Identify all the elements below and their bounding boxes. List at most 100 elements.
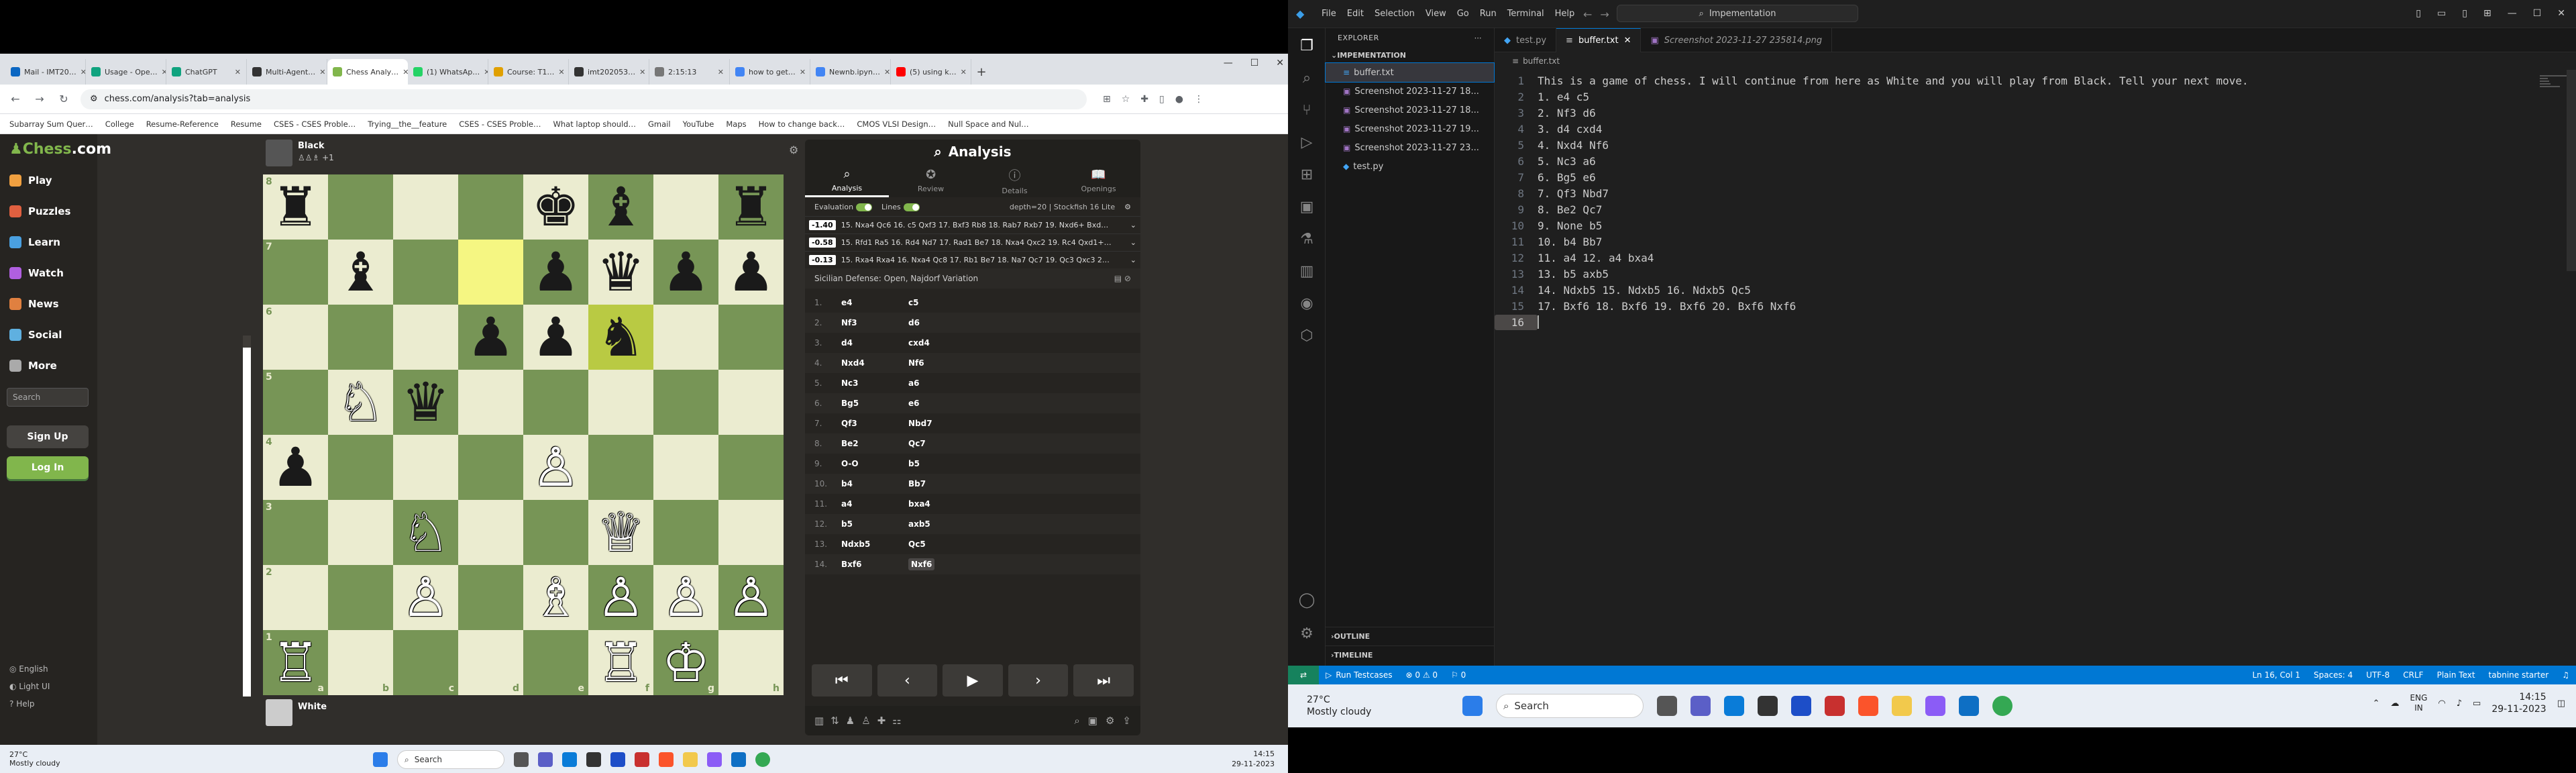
menu-edit[interactable]: Edit: [1347, 9, 1364, 19]
tray-overflow-icon[interactable]: ⌃: [2373, 699, 2380, 709]
next-move-button[interactable]: ›: [1008, 664, 1069, 697]
nav-item-play[interactable]: Play: [9, 174, 52, 187]
explorer-file[interactable]: ▣ Screenshot 2023-11-27 18...: [1326, 82, 1494, 101]
square-a7[interactable]: 7: [263, 240, 328, 305]
vs-icon[interactable]: [707, 752, 722, 767]
vscode-command-center[interactable]: ⌕ Impementation: [1617, 5, 1858, 22]
square-e7[interactable]: ♟: [523, 240, 588, 305]
square-d7[interactable]: [458, 240, 523, 305]
chess-piece[interactable]: ♙: [597, 570, 645, 625]
square-f7[interactable]: ♛: [588, 240, 653, 305]
bookmark-item[interactable]: CSES - CSES Proble…: [459, 119, 541, 129]
square-c4[interactable]: [393, 435, 458, 500]
brave-icon[interactable]: [659, 752, 674, 767]
taskbar-search-right[interactable]: ⌕ Search: [1496, 694, 1644, 718]
square-h3[interactable]: [718, 500, 784, 565]
white-move[interactable]: b5: [841, 519, 908, 529]
square-h1[interactable]: h: [718, 630, 784, 695]
help-link[interactable]: ? Help: [9, 699, 35, 709]
volume-icon[interactable]: ♪: [2457, 699, 2462, 709]
teams-icon[interactable]: [1690, 696, 1711, 716]
nav-item-social[interactable]: Social: [9, 329, 62, 341]
white-move[interactable]: Be2: [841, 439, 908, 448]
share-analysis-icon[interactable]: ⚏: [892, 715, 901, 727]
tab-close-icon[interactable]: ✕: [484, 68, 488, 76]
board-settings-icon[interactable]: ⚙: [789, 144, 798, 156]
wifi-icon[interactable]: ◠: [2438, 699, 2445, 709]
edge-icon[interactable]: [1724, 696, 1744, 716]
square-e2[interactable]: ♗: [523, 565, 588, 630]
tab-review[interactable]: ✪ Review: [889, 164, 973, 197]
light-ui-link[interactable]: ◐ Light UI: [9, 682, 50, 691]
outline-section[interactable]: › OUTLINE: [1326, 627, 1495, 646]
bookmark-item[interactable]: CMOS VLSI Design…: [857, 119, 936, 129]
chess-piece[interactable]: ♜: [272, 180, 320, 234]
tab-close-icon[interactable]: ✕: [558, 68, 564, 76]
square-f4[interactable]: [588, 435, 653, 500]
add-icon[interactable]: ✚: [877, 715, 886, 727]
tab-close-icon[interactable]: ✕: [800, 68, 806, 76]
square-g8[interactable]: [653, 174, 718, 240]
chess-piece[interactable]: ♜: [727, 180, 775, 234]
menu-run[interactable]: Run: [1480, 9, 1497, 19]
zoom-icon[interactable]: ⌕: [1074, 715, 1079, 727]
bookmark-item[interactable]: YouTube: [683, 119, 714, 129]
profile-icon[interactable]: ●: [1175, 94, 1183, 105]
close-icon[interactable]: ✕: [1276, 58, 1284, 68]
play-button[interactable]: ▶: [943, 664, 1003, 697]
square-c2[interactable]: ♙: [393, 565, 458, 630]
status-item[interactable]: Plain Text: [2430, 670, 2482, 680]
chess-piece[interactable]: ♝: [597, 180, 645, 234]
language-indicator[interactable]: ENG IN: [2410, 693, 2428, 713]
explorer-file[interactable]: ▣ Screenshot 2023-11-27 18...: [1326, 101, 1494, 119]
black-move[interactable]: Nbd7: [908, 419, 932, 428]
workspace-folder[interactable]: ⌄ IMPEMENTATION: [1326, 47, 1494, 63]
vscode-icon[interactable]: [1959, 696, 1979, 716]
white-move[interactable]: Nc3: [841, 378, 908, 388]
square-f8[interactable]: ♝: [588, 174, 653, 240]
nav-item-puzzles[interactable]: Puzzles: [9, 205, 70, 217]
browser-tab[interactable]: Course: T1… ✕: [488, 59, 569, 85]
back-icon[interactable]: ←: [8, 93, 23, 105]
tab-close-icon[interactable]: ✕: [80, 68, 85, 76]
tab-close-icon[interactable]: ✕: [162, 68, 166, 76]
first-move-button[interactable]: ⏮: [812, 664, 872, 697]
chess-piece[interactable]: ♘: [337, 375, 385, 429]
browser-tab[interactable]: Multi-Agent… ✕: [247, 59, 327, 85]
panel-icon[interactable]: ▭: [2437, 8, 2446, 19]
bookmark-item[interactable]: College: [105, 119, 134, 129]
tab-close-icon[interactable]: ✕: [402, 68, 408, 76]
square-b4[interactable]: [328, 435, 393, 500]
layout-icon[interactable]: ▯: [2416, 8, 2421, 19]
python-icon[interactable]: ◉: [1297, 295, 1316, 314]
square-g1[interactable]: g ♔: [653, 630, 718, 695]
menu-icon[interactable]: ⋮: [1194, 94, 1203, 105]
bookmark-item[interactable]: Null Space and Nul…: [948, 119, 1029, 129]
bookmark-item[interactable]: Resume: [231, 119, 262, 129]
ports-item[interactable]: ⚐ 0: [1444, 670, 1472, 680]
sidebar-icon[interactable]: ▯: [1159, 94, 1165, 105]
square-d8[interactable]: [458, 174, 523, 240]
tab-details[interactable]: ⓘ Details: [973, 164, 1057, 197]
weather-widget-left[interactable]: 27°C Mostly cloudy: [9, 750, 60, 768]
bookmark-star-icon[interactable]: ☆: [1122, 94, 1130, 105]
tab-analysis[interactable]: ⌕ Analysis: [805, 164, 889, 197]
square-a8[interactable]: 8 ♜: [263, 174, 328, 240]
square-b5[interactable]: ♘: [328, 370, 393, 435]
menu-selection[interactable]: Selection: [1375, 9, 1415, 19]
search-icon[interactable]: ⌕: [1297, 70, 1316, 89]
square-c1[interactable]: c: [393, 630, 458, 695]
square-a5[interactable]: 5: [263, 370, 328, 435]
chess-piece[interactable]: ♟: [727, 245, 775, 299]
chess-piece[interactable]: ♕: [597, 505, 645, 560]
square-d6[interactable]: ♟: [458, 305, 523, 370]
previous-move-button[interactable]: ‹: [877, 664, 938, 697]
black-move[interactable]: Qc5: [908, 539, 926, 549]
bookmark-item[interactable]: Trying__the__feature: [368, 119, 447, 129]
black-move[interactable]: Qc7: [908, 439, 926, 448]
tab-close-icon[interactable]: ✕: [1624, 36, 1631, 46]
customize-layout-icon[interactable]: ⊞: [2483, 8, 2491, 19]
explorer-icon[interactable]: ❐: [1297, 38, 1316, 56]
chess-piece[interactable]: ♝: [337, 245, 385, 299]
linkedin-icon[interactable]: [1791, 696, 1811, 716]
